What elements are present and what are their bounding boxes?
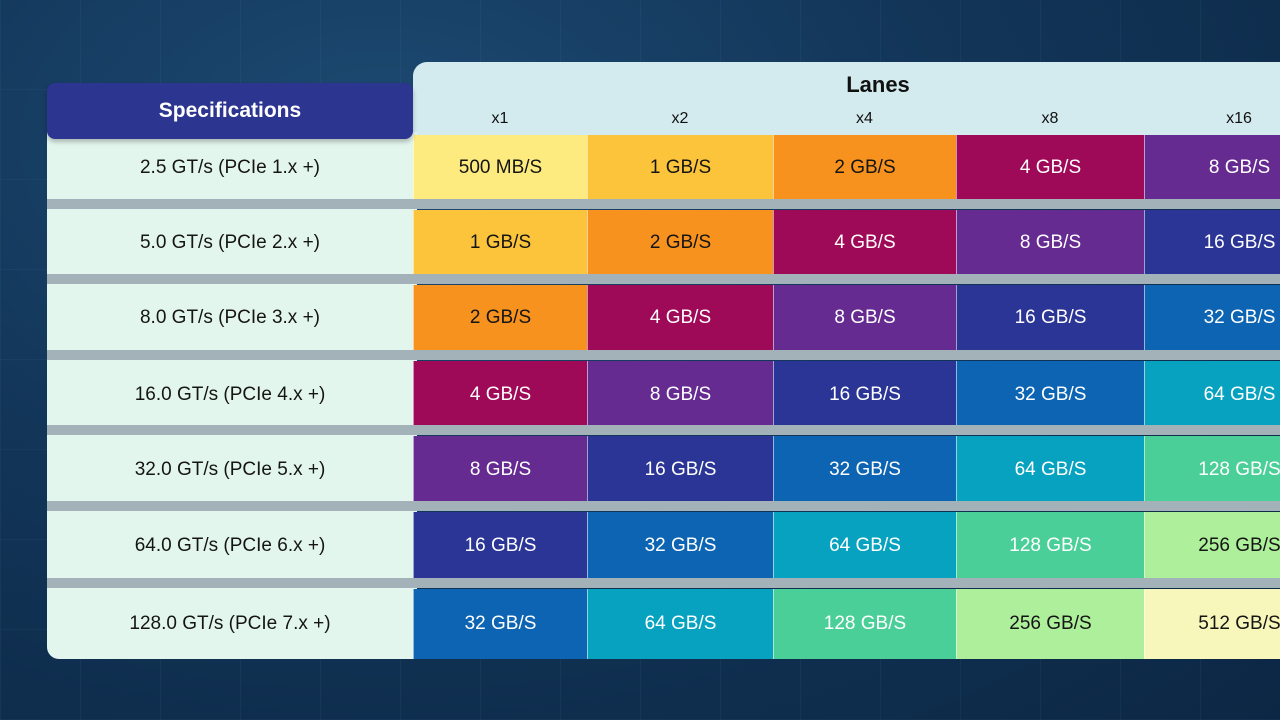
bandwidth-cell: 2 GB/S — [587, 210, 773, 276]
lanes-title: Lanes — [846, 72, 910, 97]
bandwidth-cell: 8 GB/S — [956, 210, 1144, 276]
table-row: 2.5 GT/s (PCIe 1.x +) 500 MB/S 1 GB/S 2 GB/… — [47, 135, 1280, 201]
bandwidth-cell: 16 GB/S — [773, 361, 956, 428]
bandwidth-cell: 128 GB/S — [956, 512, 1144, 579]
bandwidth-cell: 32 GB/S — [1144, 285, 1280, 351]
bandwidth-cell: 4 GB/S — [413, 361, 587, 428]
table-row: 32.0 GT/s (PCIe 5.x +) 8 GB/S 16 GB/S 32 GB… — [47, 436, 1280, 503]
row-separator — [47, 350, 1280, 360]
bandwidth-cell: 4 GB/S — [587, 285, 773, 351]
row-separator — [47, 501, 1280, 511]
lane-header-x16: x16 — [1226, 110, 1252, 127]
bandwidth-cell: 32 GB/S — [773, 436, 956, 503]
bandwidth-cell: 4 GB/S — [773, 210, 956, 276]
table-row: 64.0 GT/s (PCIe 6.x +) 16 GB/S 32 GB/S 64 G… — [47, 512, 1280, 579]
bandwidth-cell: 128 GB/S — [1144, 436, 1280, 503]
bandwidth-cell: 16 GB/S — [956, 285, 1144, 351]
table-row: 5.0 GT/s (PCIe 2.x +) 1 GB/S 2 GB/S 4 GB/S 8… — [47, 210, 1280, 276]
bandwidth-cell: 8 GB/S — [1144, 135, 1280, 201]
bandwidth-cell: 256 GB/S — [956, 589, 1144, 659]
bandwidth-cell: 1 GB/S — [413, 210, 587, 276]
bandwidth-cell: 2 GB/S — [773, 135, 956, 201]
spec-label: 128.0 GT/s (PCIe 7.x +) — [129, 613, 331, 634]
bandwidth-cell: 8 GB/S — [773, 285, 956, 351]
spec-label: 32.0 GT/s (PCIe 5.x +) — [134, 458, 326, 480]
bandwidth-cell: 64 GB/S — [956, 436, 1144, 503]
specifications-header: Specifications — [47, 83, 413, 139]
bandwidth-cell: 512 GB/S — [1144, 589, 1280, 659]
bandwidth-cell: 500 MB/S — [413, 135, 587, 201]
bandwidth-cell: 256 GB/S — [1144, 512, 1280, 579]
row-separator — [47, 578, 1280, 588]
bandwidth-cell: 32 GB/S — [587, 512, 773, 579]
bandwidth-cell: 128 GB/S — [773, 589, 956, 659]
table-row: 128.0 GT/s (PCIe 7.x +) 32 GB/S 64 GB/S 128… — [47, 589, 1280, 659]
bandwidth-cell: 8 GB/S — [413, 436, 587, 503]
table-row: 16.0 GT/s (PCIe 4.x +) 4 GB/S 8 GB/S 16 GB/… — [47, 361, 1280, 428]
bandwidth-cell: 64 GB/S — [773, 512, 956, 579]
bandwidth-cell: 4 GB/S — [956, 135, 1144, 201]
spec-label: 16.0 GT/s (PCIe 4.x +) — [134, 383, 326, 405]
pcie-bandwidth-table: Specifications Lanes x1 x2 x4 x8 x16 2.5 GT/… — [47, 62, 1280, 659]
row-separator — [47, 199, 1280, 209]
bandwidth-cell: 16 GB/S — [1144, 210, 1280, 276]
bandwidth-cell: 1 GB/S — [587, 135, 773, 201]
row-separator — [47, 425, 1280, 435]
lane-header-x2: x2 — [671, 110, 689, 127]
bandwidth-cell: 64 GB/S — [587, 589, 773, 659]
spec-label: 64.0 GT/s (PCIe 6.x +) — [134, 534, 326, 556]
spec-label: 8.0 GT/s (PCIe 3.x +) — [139, 307, 321, 328]
bandwidth-cell: 32 GB/S — [413, 589, 587, 659]
row-separator — [47, 274, 1280, 284]
bandwidth-cell: 32 GB/S — [956, 361, 1144, 428]
bandwidth-cell: 16 GB/S — [587, 436, 773, 503]
lane-header-x4: x4 — [856, 110, 873, 127]
lane-header-x1: x1 — [491, 110, 509, 127]
bandwidth-cell: 64 GB/S — [1144, 361, 1280, 428]
bandwidth-cell: 8 GB/S — [587, 361, 773, 428]
spec-label: 2.5 GT/s (PCIe 1.x +) — [139, 157, 321, 178]
bandwidth-cell: 2 GB/S — [413, 285, 587, 351]
lane-header-x8: x8 — [1041, 110, 1059, 127]
bandwidth-cell: 16 GB/S — [413, 512, 587, 579]
table-row: 8.0 GT/s (PCIe 3.x +) 2 GB/S 4 GB/S 8 GB/S 1… — [47, 285, 1280, 351]
spec-label: 5.0 GT/s (PCIe 2.x +) — [139, 232, 321, 253]
